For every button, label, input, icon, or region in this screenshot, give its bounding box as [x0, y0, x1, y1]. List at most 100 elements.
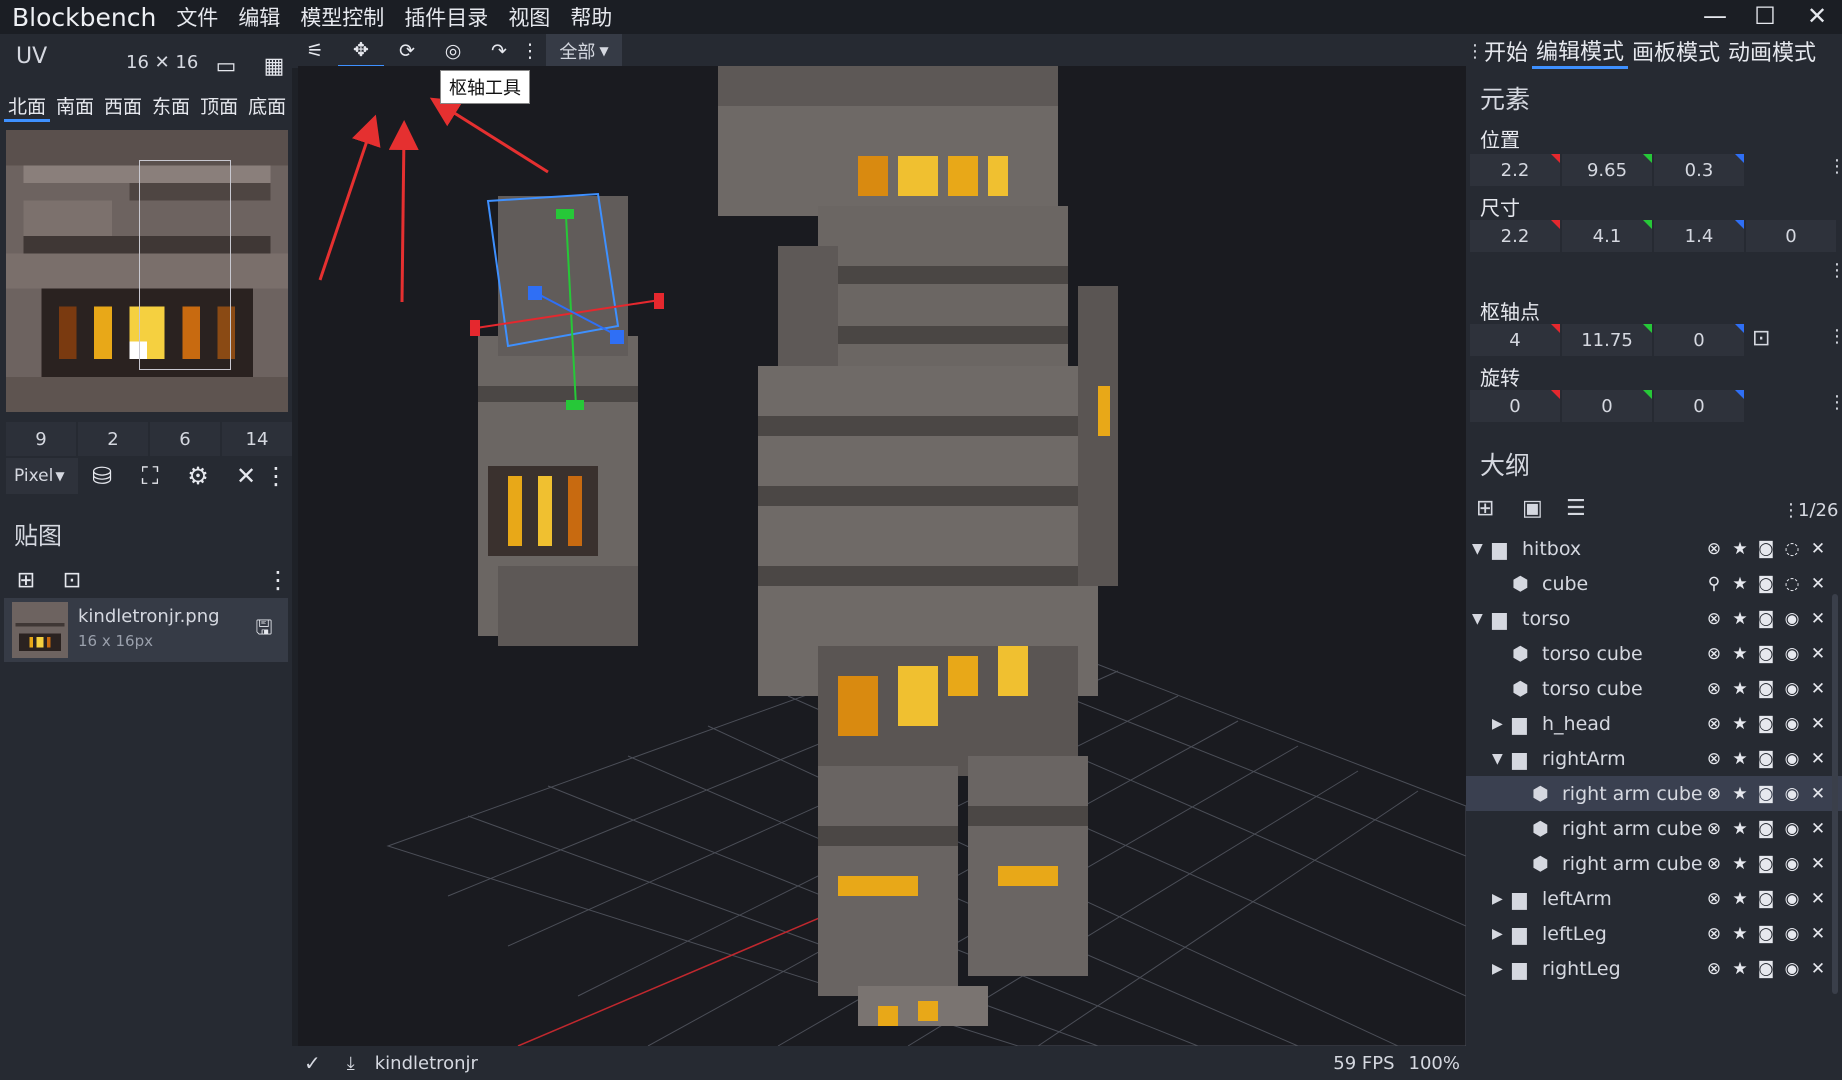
- uv-value-field[interactable]: 14: [222, 422, 292, 456]
- uv-mode-select[interactable]: Pixel ▼: [6, 458, 78, 494]
- export-toggle-icon[interactable]: ⊗: [1704, 819, 1724, 839]
- chevron-right-icon[interactable]: ▶: [1492, 961, 1512, 977]
- position-y-field[interactable]: 9.65: [1562, 154, 1652, 186]
- maximize-button[interactable]: ☐: [1740, 0, 1790, 32]
- close-icon[interactable]: ✕: [1808, 924, 1828, 944]
- vertex-snap-icon[interactable]: ⚟: [292, 34, 338, 68]
- rotation-z-field[interactable]: 0: [1654, 390, 1744, 422]
- camera-icon[interactable]: ◙: [1756, 889, 1776, 909]
- close-icon[interactable]: ✕: [1808, 749, 1828, 769]
- uv-value-field[interactable]: 9: [6, 422, 76, 456]
- pivot-tool-icon[interactable]: ◎: [430, 34, 476, 68]
- outliner-row-right-arm-cube[interactable]: ⬢ right arm cube ⊗ ★ ◙ ◉ ✕: [1466, 846, 1842, 881]
- outliner-row-right-arm-cube-selected[interactable]: ⬢ right arm cube ⊗ ★ ◙ ◉ ✕: [1466, 776, 1842, 811]
- camera-icon[interactable]: ◙: [1756, 819, 1776, 839]
- rotation-y-field[interactable]: 0: [1562, 390, 1652, 422]
- eye-icon[interactable]: ◉: [1782, 679, 1802, 699]
- more-options-icon[interactable]: ⋮: [1828, 156, 1842, 177]
- uv-value-field[interactable]: 2: [78, 422, 148, 456]
- star-icon[interactable]: ★: [1730, 819, 1750, 839]
- export-toggle-icon[interactable]: ⊗: [1704, 924, 1724, 944]
- close-icon[interactable]: ✕: [1808, 679, 1828, 699]
- export-toggle-icon[interactable]: ⊗: [1704, 609, 1724, 629]
- star-icon[interactable]: ★: [1730, 924, 1750, 944]
- eye-icon[interactable]: ◉: [1782, 644, 1802, 664]
- close-icon[interactable]: ✕: [1808, 889, 1828, 909]
- eye-icon[interactable]: ◉: [1782, 609, 1802, 629]
- camera-icon[interactable]: ◙: [1756, 959, 1776, 979]
- add-group-icon[interactable]: ▣: [1522, 496, 1543, 521]
- outliner-row-right-arm-cube[interactable]: ⬢ right arm cube ⊗ ★ ◙ ◉ ✕: [1466, 811, 1842, 846]
- star-icon[interactable]: ★: [1730, 854, 1750, 874]
- tab-north[interactable]: 北面: [4, 92, 51, 122]
- close-icon[interactable]: ✕: [1808, 819, 1828, 839]
- menu-plugins[interactable]: 插件目录: [394, 2, 498, 32]
- star-icon[interactable]: ★: [1730, 679, 1750, 699]
- export-toggle-icon[interactable]: ⊗: [1704, 784, 1724, 804]
- star-icon[interactable]: ★: [1730, 609, 1750, 629]
- close-icon[interactable]: ✕: [1808, 539, 1828, 559]
- eye-icon[interactable]: ◉: [1782, 889, 1802, 909]
- eye-icon[interactable]: ◉: [1782, 784, 1802, 804]
- star-icon[interactable]: ★: [1730, 644, 1750, 664]
- outliner-row-h-head[interactable]: ▶ ▆ h_head ⊗ ★ ◙ ◉ ✕: [1466, 706, 1842, 741]
- export-toggle-icon[interactable]: ⊗: [1704, 889, 1724, 909]
- size-z-field[interactable]: 1.4: [1654, 220, 1744, 252]
- minimize-button[interactable]: —: [1690, 0, 1740, 32]
- chevron-right-icon[interactable]: ▶: [1492, 926, 1512, 942]
- export-toggle-icon[interactable]: ⊗: [1704, 539, 1724, 559]
- export-toggle-icon[interactable]: ⊗: [1704, 644, 1724, 664]
- close-icon[interactable]: ✕: [1808, 784, 1828, 804]
- outliner-row-hitbox[interactable]: ▼ ▆ hitbox ⊗ ★ ◙ ◌ ✕: [1466, 531, 1842, 566]
- star-icon[interactable]: ★: [1730, 749, 1750, 769]
- export-toggle-icon[interactable]: ⊗: [1704, 749, 1724, 769]
- 3d-viewport[interactable]: [298, 66, 1466, 1046]
- export-toggle-icon[interactable]: ⊗: [1704, 679, 1724, 699]
- eye-icon[interactable]: ◉: [1782, 924, 1802, 944]
- close-icon[interactable]: ✕: [1808, 714, 1828, 734]
- tab-south[interactable]: 南面: [52, 92, 98, 122]
- chevron-right-icon[interactable]: ▶: [1492, 716, 1512, 732]
- camera-icon[interactable]: ◙: [1756, 539, 1776, 559]
- close-icon[interactable]: ✕: [1808, 574, 1828, 594]
- inflate-field[interactable]: 0: [1746, 220, 1836, 252]
- position-x-field[interactable]: 2.2: [1470, 154, 1560, 186]
- export-icon[interactable]: ⤓: [347, 1053, 355, 1074]
- pin-icon[interactable]: ⚲: [1704, 574, 1724, 594]
- export-toggle-icon[interactable]: ⊗: [1704, 714, 1724, 734]
- outliner-row-left-leg[interactable]: ▶ ▆ leftLeg ⊗ ★ ◙ ◉ ✕: [1466, 916, 1842, 951]
- tab-paint[interactable]: 画板模式: [1628, 35, 1724, 67]
- outliner-row-right-leg[interactable]: ▶ ▆ rightLeg ⊗ ★ ◙ ◉ ✕: [1466, 951, 1842, 986]
- star-icon[interactable]: ★: [1730, 889, 1750, 909]
- rotation-x-field[interactable]: 0: [1470, 390, 1560, 422]
- camera-icon[interactable]: ◙: [1756, 749, 1776, 769]
- paint-bucket-icon[interactable]: ⛁: [84, 458, 120, 494]
- menu-transform[interactable]: 模型控制: [290, 2, 394, 32]
- camera-icon[interactable]: ◙: [1756, 784, 1776, 804]
- star-icon[interactable]: ★: [1730, 714, 1750, 734]
- uv-texture-preview[interactable]: [6, 130, 288, 412]
- window-icon[interactable]: ▭: [208, 48, 244, 84]
- camera-icon[interactable]: ◙: [1756, 609, 1776, 629]
- outliner-row-torso-cube[interactable]: ⬢ torso cube ⊗ ★ ◙ ◉ ✕: [1466, 636, 1842, 671]
- eye-off-icon[interactable]: ◌: [1782, 574, 1802, 594]
- outliner-row-left-arm[interactable]: ▶ ▆ leftArm ⊗ ★ ◙ ◉ ✕: [1466, 881, 1842, 916]
- position-z-field[interactable]: 0.3: [1654, 154, 1744, 186]
- collapse-all-icon[interactable]: ☰: [1566, 496, 1586, 521]
- menu-view[interactable]: 视图: [498, 2, 560, 32]
- camera-icon[interactable]: ◙: [1756, 924, 1776, 944]
- menu-file[interactable]: 文件: [166, 2, 228, 32]
- tab-start[interactable]: 开始: [1480, 35, 1532, 67]
- export-toggle-icon[interactable]: ⊗: [1704, 854, 1724, 874]
- auto-uv-icon[interactable]: ⚙: [180, 458, 216, 494]
- center-pivot-icon[interactable]: ⊡: [1752, 326, 1770, 351]
- eye-icon[interactable]: ◉: [1782, 854, 1802, 874]
- more-options-icon[interactable]: ⋮: [264, 458, 288, 494]
- camera-icon[interactable]: ◙: [1756, 644, 1776, 664]
- close-icon[interactable]: ✕: [1808, 854, 1828, 874]
- eye-off-icon[interactable]: ◌: [1782, 539, 1802, 559]
- more-options-icon[interactable]: ⋮: [521, 34, 540, 68]
- star-icon[interactable]: ★: [1730, 784, 1750, 804]
- tab-up[interactable]: 顶面: [196, 92, 242, 122]
- star-icon[interactable]: ★: [1730, 959, 1750, 979]
